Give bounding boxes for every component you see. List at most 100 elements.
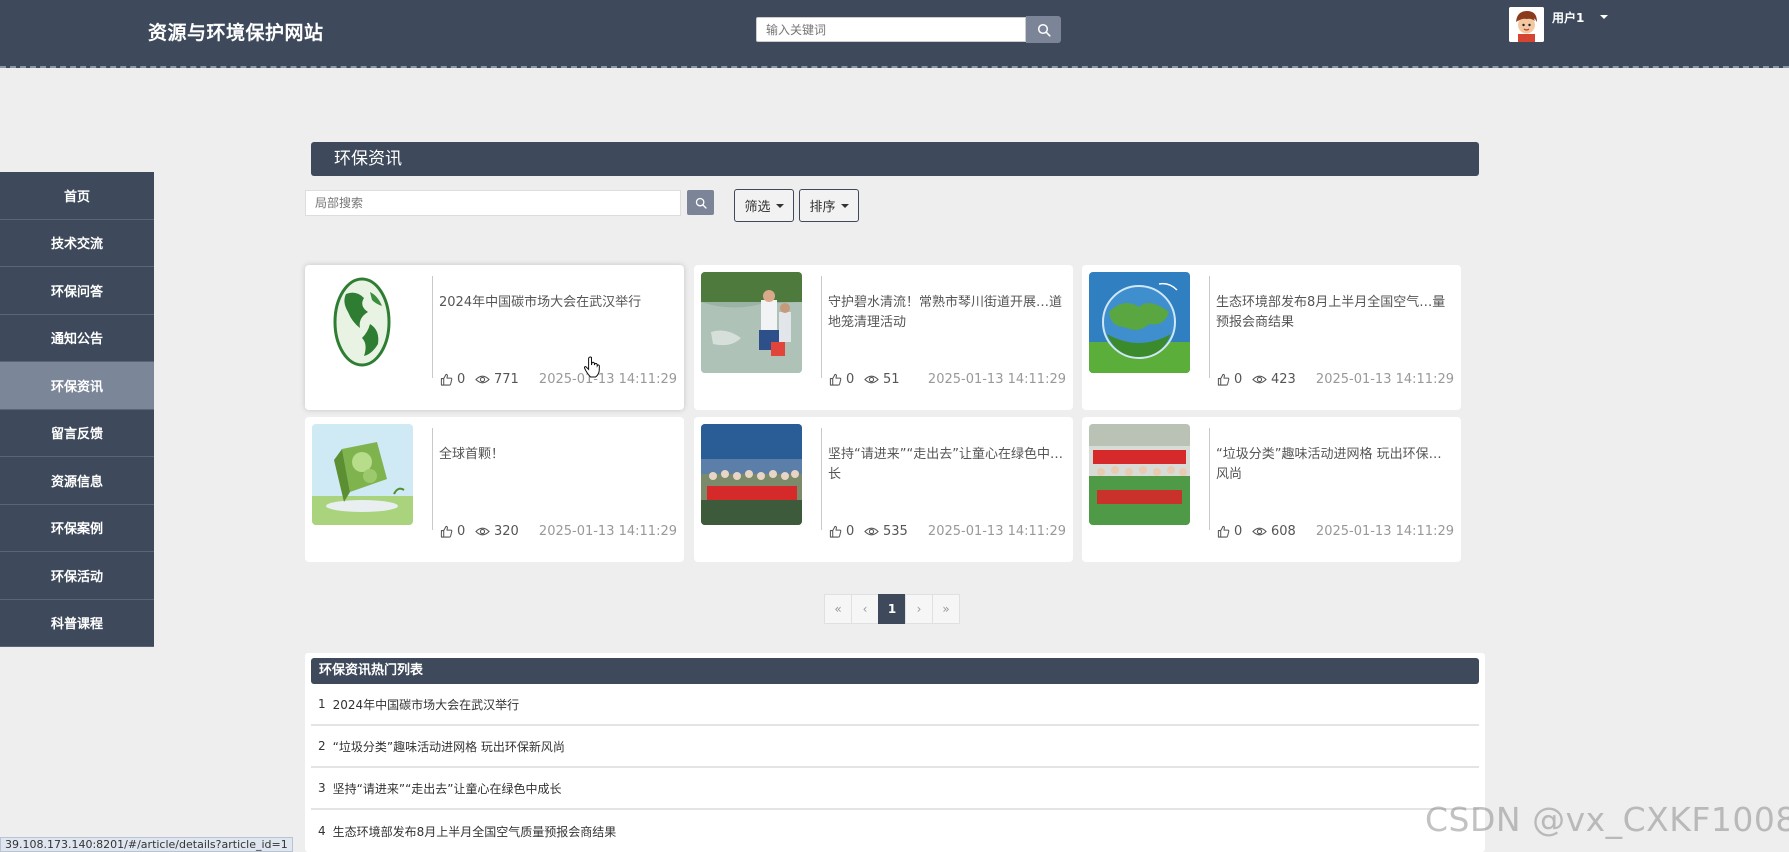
eye-icon — [1252, 527, 1267, 536]
sort-dropdown[interactable]: 排序 — [799, 189, 859, 222]
hot-list-item[interactable]: 4 生态环境部发布8月上半月全国空气质量预报会商结果 — [311, 810, 1479, 852]
news-card[interactable]: 守护碧水清流！常熟市琴川街道开展…道地笼清理活动 0 51 2025-01-13… — [694, 265, 1073, 410]
card-title[interactable]: “垃圾分类”趣味活动进网格 玩出环保…风尚 — [1216, 445, 1454, 485]
sidebar-item-courses[interactable]: 科普课程 — [0, 599, 154, 647]
card-title[interactable]: 全球首颗！ — [439, 445, 677, 465]
card-thumbnail[interactable] — [1089, 272, 1190, 373]
sidebar-item-cases[interactable]: 环保案例 — [0, 504, 154, 552]
card-title[interactable]: 生态环境部发布8月上半月全国空气…量预报会商结果 — [1216, 293, 1454, 333]
leaf-cube-photo — [312, 424, 413, 525]
hot-list-item[interactable]: 1 2024年中国碳市场大会在武汉举行 — [311, 684, 1479, 726]
news-card[interactable]: “垃圾分类”趣味活动进网格 玩出环保…风尚 0 608 2025-01-13 1… — [1082, 417, 1461, 562]
filter-label: 筛选 — [744, 200, 771, 215]
news-card[interactable]: 生态环境部发布8月上半月全国空气…量预报会商结果 0 423 2025-01-1… — [1082, 265, 1461, 410]
hot-list-item-title[interactable]: 生态环境部发布8月上半月全国空气质量预报会商结果 — [333, 823, 617, 840]
search-input[interactable] — [756, 17, 1026, 42]
page-title: 环保资讯 — [311, 142, 1479, 176]
like-count-value: 0 — [457, 372, 466, 387]
card-thumbnail[interactable] — [701, 272, 802, 373]
sidebar-item-news[interactable]: 环保资讯 — [0, 362, 154, 410]
eye-icon — [864, 375, 879, 384]
view-count-value: 535 — [883, 524, 908, 539]
hot-list-item[interactable]: 2 “垃圾分类”趣味活动进网格 玩出环保新风尚 — [311, 726, 1479, 768]
like-count-value: 0 — [1234, 524, 1243, 539]
hot-list-item-title[interactable]: 2024年中国碳市场大会在武汉举行 — [333, 696, 520, 713]
sidebar-item-tech-exchange[interactable]: 技术交流 — [0, 219, 154, 267]
card-date: 2025-01-13 14:11:29 — [538, 524, 677, 539]
chevron-down-icon[interactable] — [1600, 15, 1608, 19]
sidebar-item-home[interactable]: 首页 — [0, 172, 154, 220]
card-title[interactable]: 守护碧水清流！常熟市琴川街道开展…道地笼清理活动 — [828, 293, 1066, 333]
like-count[interactable]: 0 — [1217, 524, 1242, 539]
sidebar-item-feedback[interactable]: 留言反馈 — [0, 409, 154, 457]
top-navbar: 资源与环境保护网站 用户1 — [0, 0, 1789, 68]
river-cleanup-photo — [701, 272, 802, 373]
local-search-input[interactable] — [305, 190, 681, 216]
card-divider — [432, 428, 433, 530]
thumbs-up-icon — [829, 373, 842, 386]
card-date: 2025-01-13 14:11:29 — [927, 372, 1066, 387]
news-card[interactable]: 坚持“请进来”“走出去”让童心在绿色中…长 0 535 2025-01-13 1… — [694, 417, 1073, 562]
eye-icon — [1252, 375, 1267, 384]
hot-list-rank: 4 — [318, 824, 326, 838]
hot-list-item-title[interactable]: “垃圾分类”趣味活动进网格 玩出环保新风尚 — [333, 738, 565, 755]
card-title[interactable]: 坚持“请进来”“走出去”让童心在绿色中…长 — [828, 445, 1066, 485]
filter-dropdown[interactable]: 筛选 — [734, 189, 794, 222]
thumbs-up-icon — [1217, 373, 1230, 386]
view-count: 320 — [475, 524, 519, 539]
sidebar-item-notices[interactable]: 通知公告 — [0, 314, 154, 362]
username[interactable]: 用户1 — [1552, 9, 1584, 26]
card-divider — [1209, 276, 1210, 378]
view-count-value: 51 — [883, 372, 900, 387]
view-count-value: 423 — [1271, 372, 1296, 387]
like-count[interactable]: 0 — [440, 372, 465, 387]
sidebar-item-qa[interactable]: 环保问答 — [0, 267, 154, 315]
caret-down-icon — [840, 203, 849, 208]
sidebar-item-resources[interactable]: 资源信息 — [0, 457, 154, 505]
like-count[interactable]: 0 — [1217, 372, 1242, 387]
like-count[interactable]: 0 — [829, 372, 854, 387]
view-count-value: 320 — [494, 524, 519, 539]
local-search-button[interactable] — [687, 190, 714, 215]
card-thumbnail[interactable] — [312, 424, 413, 525]
card-title[interactable]: 2024年中国碳市场大会在武汉举行 — [439, 293, 677, 313]
page-current-button[interactable]: 1 — [878, 594, 906, 624]
page-first-button[interactable]: « — [824, 594, 852, 624]
news-card[interactable]: 全球首颗！ 0 320 2025-01-13 14:11:29 — [305, 417, 684, 562]
hot-list-item-title[interactable]: 坚持“请进来”“走出去”让童心在绿色中成长 — [333, 780, 562, 797]
search-button[interactable] — [1026, 16, 1061, 43]
hot-list-item[interactable]: 3 坚持“请进来”“走出去”让童心在绿色中成长 — [311, 768, 1479, 810]
page-prev-button[interactable]: ‹ — [851, 594, 879, 624]
hot-list-rank: 1 — [318, 697, 326, 711]
view-count: 771 — [475, 372, 519, 387]
caret-down-icon — [775, 203, 784, 208]
card-thumbnail[interactable] — [312, 272, 413, 373]
card-date: 2025-01-13 14:11:29 — [1315, 372, 1454, 387]
hot-list-title: 环保资讯热门列表 — [311, 658, 1479, 684]
like-count-value: 0 — [457, 524, 466, 539]
green-globe-logo — [312, 272, 413, 373]
pagination: « ‹ 1 › » — [824, 594, 960, 624]
page-last-button[interactable]: » — [932, 594, 960, 624]
view-count: 51 — [864, 372, 900, 387]
thumbs-up-icon — [440, 525, 453, 538]
view-count: 535 — [864, 524, 908, 539]
page-next-button[interactable]: › — [905, 594, 933, 624]
search-icon — [695, 197, 707, 209]
card-thumbnail[interactable] — [701, 424, 802, 525]
avatar[interactable] — [1509, 7, 1544, 42]
site-title[interactable]: 资源与环境保护网站 — [148, 18, 324, 45]
card-thumbnail[interactable] — [1089, 424, 1190, 525]
sidebar-item-activities[interactable]: 环保活动 — [0, 552, 154, 600]
card-divider — [821, 276, 822, 378]
watermark: CSDN @vx_CXKF10088 — [1425, 800, 1789, 839]
group-banner-photo — [701, 424, 802, 525]
sort-label: 排序 — [809, 200, 836, 215]
view-count: 423 — [1252, 372, 1296, 387]
hand-cursor-icon — [583, 356, 600, 378]
like-count[interactable]: 0 — [829, 524, 854, 539]
like-count[interactable]: 0 — [440, 524, 465, 539]
news-card[interactable]: 2024年中国碳市场大会在武汉举行 0 771 2025-01-13 14:11… — [305, 265, 684, 410]
thumbs-up-icon — [1217, 525, 1230, 538]
view-count-value: 771 — [494, 372, 519, 387]
